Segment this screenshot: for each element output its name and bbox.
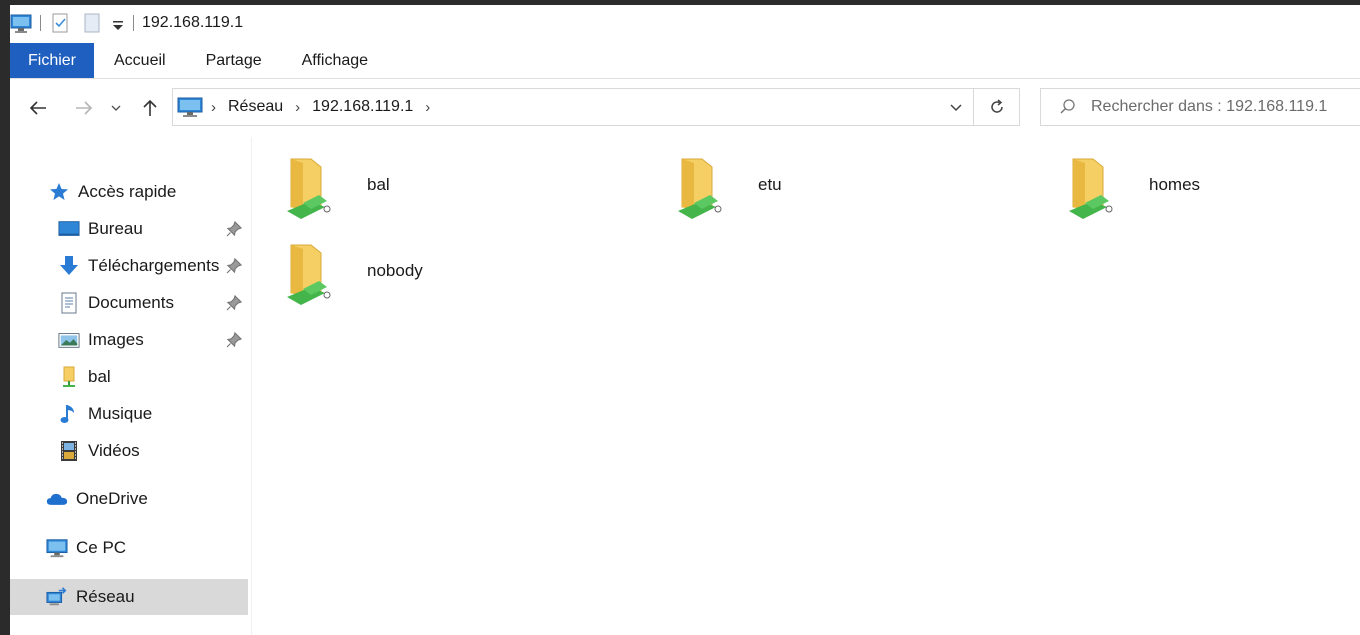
address-history-button[interactable] [939,89,973,125]
arrow-left-icon [29,101,46,115]
network-share-icon [672,155,732,219]
separator [133,15,134,31]
sidebar-item-desktop[interactable]: Bureau [10,211,248,247]
desktop-icon [58,218,80,240]
sidebar-item-downloads[interactable]: Téléchargements [10,248,248,284]
network-share-icon [281,241,341,305]
download-icon [58,255,80,277]
search-box[interactable]: Rechercher dans : 192.168.119.1 [1040,88,1360,126]
separator [40,15,41,31]
recent-locations-button[interactable] [106,92,126,124]
up-button[interactable] [134,92,166,124]
music-icon [58,403,80,425]
tab-view[interactable]: Affichage [282,43,388,78]
cloud-icon [46,488,68,510]
computer-icon [177,96,203,118]
breadcrumb-network[interactable]: Réseau [224,98,287,116]
navigation-bar: › Réseau › 192.168.119.1 › Rechercher da… [10,79,1360,137]
sidebar-item-onedrive[interactable]: OneDrive [10,481,248,517]
pin-icon[interactable] [226,331,243,348]
share-label: bal [367,175,390,194]
forward-button[interactable] [68,92,100,124]
refresh-icon [990,99,1003,113]
network-share-icon [58,366,80,388]
tab-home[interactable]: Accueil [94,43,186,78]
network-share-icon [1063,155,1123,219]
chevron-right-icon[interactable]: › [287,99,308,116]
sidebar-item-bal[interactable]: bal [10,359,248,395]
breadcrumb-host[interactable]: 192.168.119.1 [308,98,417,116]
explorer-window: 192.168.119.1 Fichier Accueil Partage Af… [10,5,1360,635]
ribbon-tabs: Fichier Accueil Partage Affichage [10,43,1360,79]
window-title: 192.168.119.1 [142,14,244,31]
star-icon [48,181,70,203]
pin-icon[interactable] [226,220,243,237]
network-icon [46,586,68,608]
sidebar-item-music[interactable]: Musique [10,396,248,432]
sidebar-item-documents[interactable]: Documents [10,285,248,321]
properties-icon[interactable] [49,12,71,34]
sidebar-item-videos[interactable]: Vidéos [10,433,248,469]
chevron-right-icon[interactable]: › [203,99,224,116]
documents-icon [58,292,80,314]
share-label: nobody [367,261,423,280]
navigation-pane: Accès rapide Bureau Téléchargements Docu… [10,137,252,635]
pictures-icon [58,329,80,351]
back-button[interactable] [22,92,54,124]
computer-icon [46,537,68,559]
chevron-down-icon [950,104,962,112]
share-label: homes [1149,175,1201,194]
title-bar: 192.168.119.1 [10,5,1360,41]
arrow-up-icon [143,99,157,116]
pin-icon[interactable] [226,257,243,274]
tab-share[interactable]: Partage [186,43,282,78]
file-list: bal etu homes nobody [253,137,1360,635]
tab-file[interactable]: Fichier [10,43,94,78]
sidebar-item-quick-access[interactable]: Accès rapide [10,174,248,210]
sidebar-item-network[interactable]: Réseau [10,579,248,615]
share-nobody[interactable]: nobody [253,223,593,305]
arrow-right-icon [76,101,93,115]
film-icon [58,440,80,462]
chevron-right-icon[interactable]: › [417,99,438,116]
chevron-down-icon [111,105,121,111]
address-bar[interactable]: › Réseau › 192.168.119.1 › [172,88,1020,126]
network-share-icon [281,155,341,219]
share-etu[interactable]: etu [644,137,984,219]
share-bal[interactable]: bal [253,137,593,219]
pin-icon[interactable] [226,294,243,311]
sidebar-item-this-pc[interactable]: Ce PC [10,530,248,566]
share-homes[interactable]: homes [1035,137,1360,219]
sidebar-item-pictures[interactable]: Images [10,322,248,358]
search-icon [1060,99,1075,114]
search-placeholder: Rechercher dans : 192.168.119.1 [1091,98,1328,115]
customize-toolbar-icon[interactable] [111,12,125,34]
new-folder-icon[interactable] [81,12,103,34]
refresh-button[interactable] [973,89,1019,125]
share-label: etu [758,175,782,194]
computer-icon[interactable] [10,12,32,34]
